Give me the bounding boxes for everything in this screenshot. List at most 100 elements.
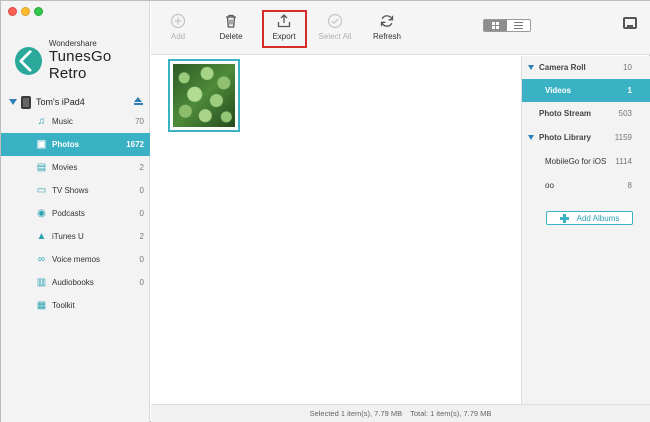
trash-icon: [223, 13, 239, 29]
brand-product: TunesGo Retro: [48, 48, 112, 82]
brand-vendor: Wondershare: [48, 39, 97, 48]
album-count: 1114: [615, 157, 632, 166]
photo-image: [173, 64, 235, 127]
select-all-label: Select All: [318, 32, 352, 41]
photo-grid: [151, 56, 521, 404]
add-button[interactable]: Add: [155, 13, 201, 41]
photos-icon: ▣: [36, 139, 47, 150]
album-count: 1: [627, 86, 632, 95]
album-count: 10: [623, 63, 632, 72]
music-icon: ♫: [37, 116, 46, 127]
zoom-window-button[interactable]: [34, 7, 43, 16]
sidebar-item-label: iTunes U: [52, 232, 84, 241]
album-label: Photo Library: [539, 133, 592, 142]
sidebar-item-itunes-u[interactable]: ▲ iTunes U 2: [1, 225, 150, 248]
grid-icon: [491, 22, 500, 29]
add-label: Add: [170, 32, 186, 41]
plus-icon: [559, 213, 569, 223]
sidebar-item-count: 0: [139, 278, 144, 287]
sidebar-item-label: Photos: [52, 140, 80, 149]
select-all-button[interactable]: Select All: [312, 13, 358, 41]
album-group-photo-library[interactable]: Photo Library 1159: [522, 126, 650, 149]
sidebar-item-label: Audiobooks: [52, 278, 94, 287]
sidebar-item-tv-shows[interactable]: ▭ TV Shows 0: [1, 179, 150, 202]
album-group-camera-roll[interactable]: Camera Roll 10: [522, 56, 650, 79]
sidebar-item-photos[interactable]: ▣ Photos 1672: [1, 133, 150, 156]
export-label: Export: [272, 32, 296, 41]
delete-button[interactable]: Delete: [208, 13, 254, 41]
device-row[interactable]: Tom's iPad4: [9, 95, 147, 109]
status-selected: Selected 1 item(s), 7.79 MB: [309, 409, 403, 418]
status-bar: Selected 1 item(s), 7.79 MB Total: 1 ite…: [151, 404, 650, 422]
sidebar-item-label: Toolkit: [52, 301, 75, 310]
movies-icon: ▤: [36, 162, 47, 173]
sidebar-item-music[interactable]: ♫ Music 70: [1, 110, 150, 133]
podcast-icon: ◉: [37, 208, 46, 219]
album-label: oo: [545, 181, 554, 190]
sidebar-item-count: 2: [139, 163, 144, 172]
sidebar-item-voice-memos[interactable]: ∞ Voice memos 0: [1, 248, 150, 271]
album-item-photo-stream[interactable]: Photo Stream 503: [522, 102, 650, 125]
sidebar-item-count: 1672: [126, 140, 144, 149]
brand: Wondershare TunesGo Retro: [15, 39, 149, 82]
select-all-icon: [327, 13, 343, 29]
add-albums-button[interactable]: Add Albums: [546, 211, 633, 225]
app-window: Wondershare TunesGo Retro Tom's iPad4 ♫ …: [0, 0, 650, 422]
album-label: MobileGo for iOS: [545, 157, 607, 166]
window-controls: [8, 7, 43, 16]
grid-view-button[interactable]: [484, 20, 507, 31]
sidebar-item-toolkit[interactable]: ▦ Toolkit: [1, 294, 150, 317]
sidebar-item-label: Podcasts: [52, 209, 85, 218]
book-icon: ▥: [36, 277, 47, 288]
sidebar-item-count: 0: [139, 186, 144, 195]
refresh-button[interactable]: Refresh: [364, 13, 410, 41]
sidebar-item-count: 0: [139, 255, 144, 264]
album-count: 503: [618, 109, 632, 118]
refresh-icon: [379, 13, 395, 29]
expand-triangle-icon[interactable]: [9, 99, 17, 105]
eject-icon[interactable]: [134, 97, 143, 106]
app-logo: [15, 46, 42, 75]
export-button[interactable]: Export: [261, 13, 307, 41]
voicemail-icon: ∞: [37, 254, 46, 265]
photo-thumbnail[interactable]: [168, 59, 240, 132]
minimize-window-button[interactable]: [21, 7, 30, 16]
refresh-label: Refresh: [372, 32, 401, 41]
album-item-oo[interactable]: oo 8: [522, 174, 650, 197]
album-label: Videos: [545, 86, 572, 95]
sidebar: Wondershare TunesGo Retro Tom's iPad4 ♫ …: [1, 1, 150, 422]
add-icon: [170, 13, 186, 29]
tv-icon: ▭: [36, 185, 47, 196]
sidebar-item-count: 0: [139, 209, 144, 218]
delete-label: Delete: [219, 32, 243, 41]
sidebar-item-count: 70: [135, 117, 144, 126]
album-panel: Camera Roll 10 Videos 1 Photo Stream 503…: [521, 56, 650, 404]
sidebar-item-podcasts[interactable]: ◉ Podcasts 0: [1, 202, 150, 225]
device-control-icon[interactable]: [623, 17, 637, 29]
sidebar-item-label: TV Shows: [52, 186, 89, 195]
album-item-videos[interactable]: Videos 1: [522, 79, 650, 102]
close-window-button[interactable]: [8, 7, 17, 16]
album-count: 1159: [614, 133, 632, 142]
ipad-icon: [21, 95, 31, 109]
list-icon: [514, 22, 523, 29]
view-toggle: [483, 19, 531, 32]
toolbar: Add Delete Export Select All Refresh: [151, 1, 650, 55]
album-item-mobilego[interactable]: MobileGo for iOS 1114: [522, 150, 650, 173]
album-label: Photo Stream: [539, 109, 592, 118]
status-total: Total: 1 item(s), 7.79 MB: [410, 409, 492, 418]
sidebar-item-label: Music: [52, 117, 73, 126]
sidebar-item-movies[interactable]: ▤ Movies 2: [1, 156, 150, 179]
itunes-u-icon: ▲: [36, 231, 47, 242]
add-albums-label: Add Albums: [576, 213, 620, 223]
sidebar-item-label: Voice memos: [52, 255, 101, 264]
export-icon: [276, 13, 292, 29]
toolkit-icon: ▦: [36, 300, 47, 311]
sidebar-item-count: 2: [139, 232, 144, 241]
list-view-button[interactable]: [507, 20, 530, 31]
sidebar-item-label: Movies: [52, 163, 78, 172]
album-count: 8: [627, 181, 632, 190]
album-label: Camera Roll: [539, 63, 586, 72]
device-name: Tom's iPad4: [36, 97, 85, 107]
sidebar-item-audiobooks[interactable]: ▥ Audiobooks 0: [1, 271, 150, 294]
